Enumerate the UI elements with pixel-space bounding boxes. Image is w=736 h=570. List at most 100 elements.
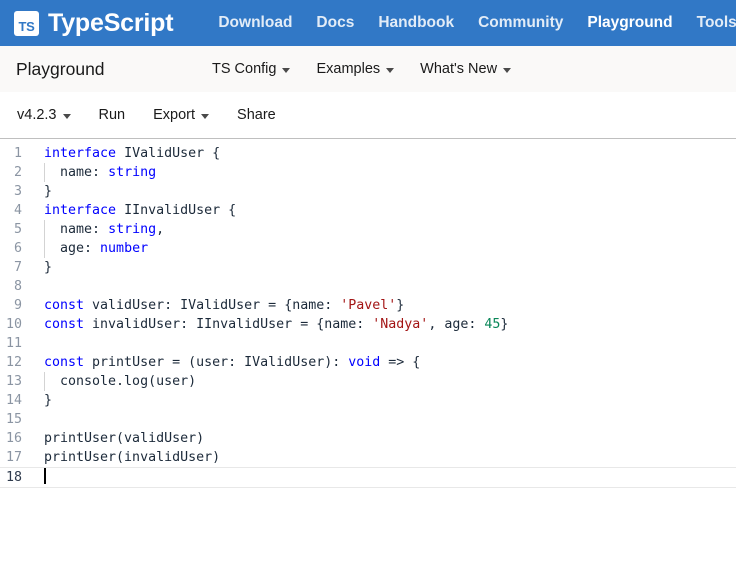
code-token: validUser: [84, 298, 165, 313]
code-line-content[interactable]: const validUser: IValidUser = {name: 'Pa…: [44, 296, 736, 315]
version-selector-label: v4.2.3: [17, 107, 57, 123]
chevron-down-icon: [503, 67, 512, 73]
menu-examples[interactable]: Examples: [316, 61, 395, 77]
nav-link-playground[interactable]: Playground: [587, 14, 672, 32]
code-token: IValidUser: [180, 298, 261, 313]
code-line[interactable]: 11: [0, 334, 736, 353]
nav-link-handbook[interactable]: Handbook: [378, 14, 454, 32]
code-token: name: [44, 222, 93, 237]
code-line-content[interactable]: const printUser = (user: IValidUser): vo…: [44, 353, 736, 372]
code-line-content[interactable]: [44, 410, 736, 429]
run-button-label: Run: [98, 107, 126, 123]
version-selector[interactable]: v4.2.3: [17, 107, 71, 123]
line-number: 8: [13, 279, 22, 294]
line-number: 1: [13, 146, 22, 161]
run-button[interactable]: Run: [99, 107, 126, 123]
code-line-content[interactable]: [44, 277, 736, 296]
typescript-home-link[interactable]: TS TypeScript: [14, 8, 174, 38]
code-line[interactable]: 3}: [0, 182, 736, 201]
code-line[interactable]: 16 printUser(validUser): [0, 429, 736, 448]
code-line-content[interactable]: printUser(validUser): [44, 429, 736, 448]
nav-link-download[interactable]: Download: [218, 14, 292, 32]
nav-link-docs[interactable]: Docs: [316, 14, 354, 32]
code-line[interactable]: 15: [0, 410, 736, 429]
code-token: 'Pavel': [340, 298, 397, 313]
code-token: = {name:: [292, 317, 373, 332]
code-token: const: [44, 317, 85, 332]
code-line[interactable]: 9 const validUser: IValidUser = {name: 'P…: [0, 296, 736, 315]
code-line[interactable]: 1 interface IValidUser {: [0, 144, 736, 163]
code-line[interactable]: 14}: [0, 391, 736, 410]
code-line-content[interactable]: [44, 334, 736, 353]
code-line[interactable]: 2 name: string: [0, 163, 736, 182]
code-token: 45: [484, 317, 501, 332]
share-button[interactable]: Share: [237, 107, 276, 123]
code-token: age: [44, 241, 85, 256]
code-line-content[interactable]: printUser(invalidUser): [44, 448, 736, 467]
code-line[interactable]: 18: [0, 467, 736, 488]
nav-link-community[interactable]: Community: [478, 14, 563, 32]
code-line[interactable]: 7}: [0, 258, 736, 277]
code-line-content[interactable]: name: string: [44, 163, 736, 182]
code-token: void: [348, 355, 381, 370]
code-line[interactable]: 8: [0, 277, 736, 296]
code-line[interactable]: 10 const invalidUser: IInvalidUser = {nam…: [0, 315, 736, 334]
code-line-content[interactable]: }: [44, 182, 736, 201]
code-line[interactable]: 12 const printUser = (user: IValidUser): …: [0, 353, 736, 372]
code-token: }: [500, 317, 509, 332]
line-number: 9: [13, 298, 22, 313]
code-token: :: [84, 241, 101, 256]
code-line-content[interactable]: }: [44, 391, 736, 410]
menu-whats-new[interactable]: What's New: [420, 61, 512, 77]
code-token: invalidUser: [84, 317, 181, 332]
nav-link-tools[interactable]: Tools: [697, 14, 736, 32]
export-menu-label: Export: [153, 107, 196, 123]
code-token: }: [44, 184, 53, 199]
code-token: interface: [44, 203, 117, 218]
menu-ts-config[interactable]: TS Config: [212, 61, 291, 77]
code-line-content[interactable]: [44, 468, 736, 487]
code-token: printUser(validUser): [44, 431, 205, 446]
code-token: :: [228, 355, 245, 370]
code-line[interactable]: 4 interface IInvalidUser {: [0, 201, 736, 220]
line-number: 15: [5, 412, 22, 427]
code-line[interactable]: 17 printUser(invalidUser): [0, 448, 736, 467]
line-number: 17: [5, 450, 22, 465]
code-line-content[interactable]: interface IInvalidUser {: [44, 201, 736, 220]
code-line-content[interactable]: const invalidUser: IInvalidUser = {name:…: [44, 315, 736, 334]
code-token: printUser(invalidUser): [44, 450, 221, 465]
code-token: IValidUser: [124, 146, 205, 161]
playground-menu-row: TS Config Examples What's New: [212, 61, 512, 77]
code-token: const: [44, 355, 85, 370]
brand-title: TypeScript: [48, 8, 174, 37]
menu-examples-label: Examples: [316, 61, 381, 77]
code-line[interactable]: 5 name: string,: [0, 220, 736, 239]
code-token: :: [92, 165, 109, 180]
code-token: }: [396, 298, 405, 313]
page-title: Playground: [16, 58, 105, 79]
code-line-content[interactable]: }: [44, 258, 736, 277]
line-number: 18: [5, 470, 22, 485]
code-line-content[interactable]: name: string,: [44, 220, 736, 239]
menu-ts-config-label: TS Config: [212, 61, 277, 77]
code-line-content[interactable]: age: number: [44, 239, 736, 258]
share-button-label: Share: [237, 107, 276, 123]
code-editor[interactable]: 1 interface IValidUser {2 name: string 3} 4…: [0, 139, 736, 501]
code-token: console.log(user): [44, 374, 197, 389]
code-token: :: [92, 222, 109, 237]
code-token: string: [108, 222, 157, 237]
export-menu[interactable]: Export: [153, 107, 210, 123]
indent-guide: [44, 220, 45, 239]
line-number: 2: [13, 165, 22, 180]
code-token: ):: [324, 355, 349, 370]
code-line[interactable]: 6 age: number: [0, 239, 736, 258]
line-number: 3: [13, 184, 22, 199]
line-number: 4: [13, 203, 22, 218]
code-line[interactable]: 13 console.log(user): [0, 372, 736, 391]
chevron-down-icon: [282, 67, 291, 73]
code-token: number: [100, 241, 149, 256]
code-line-content[interactable]: console.log(user): [44, 372, 736, 391]
code-token: interface: [44, 146, 117, 161]
chevron-down-icon: [386, 67, 395, 73]
code-line-content[interactable]: interface IValidUser {: [44, 144, 736, 163]
